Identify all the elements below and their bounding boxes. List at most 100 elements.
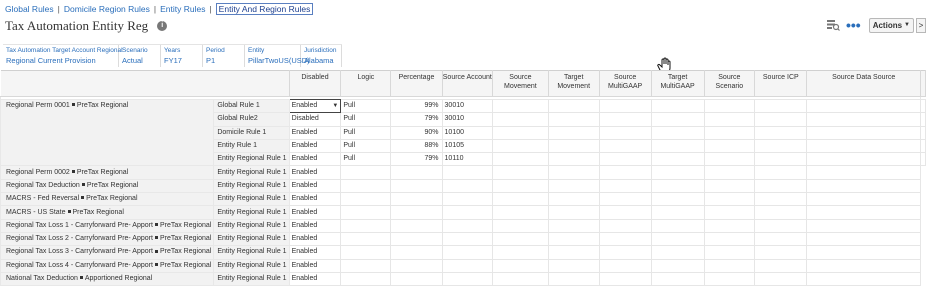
source-account-cell[interactable]: 30010 [441,112,494,127]
grid-cell[interactable] [340,258,392,273]
grid-cell[interactable] [703,231,756,247]
source-account-cell[interactable]: 10105 [441,138,494,154]
grid-cell[interactable] [390,231,443,247]
disabled-cell[interactable]: Enabled [288,152,342,167]
grid-cell[interactable] [650,231,705,247]
grid-cell[interactable] [492,231,549,247]
grid-cell[interactable] [806,152,921,167]
grid-cell[interactable] [650,205,705,220]
grid-cell[interactable] [340,165,392,180]
grid-cell[interactable] [547,205,600,220]
pov-entity[interactable]: Entity PillarTwoUS(USD) [245,45,310,67]
grid-cell[interactable] [492,125,549,140]
breadcrumb-entity-rules[interactable]: Entity Rules [160,4,205,14]
grid-cell[interactable] [703,271,756,287]
grid-cell[interactable] [492,258,549,273]
grid-cell[interactable] [492,218,549,233]
disabled-cell[interactable]: Enabled [288,178,342,194]
grid-cell[interactable] [598,138,652,154]
disabled-cell[interactable]: Enabled [288,245,342,260]
grid-cell[interactable] [650,192,705,207]
grid-cell[interactable] [754,98,808,114]
grid-cell[interactable] [340,245,392,260]
logic-cell[interactable]: Pull [340,125,392,140]
grid-cell[interactable] [547,138,600,154]
column-header-target-movement[interactable]: Target Movement [547,70,600,97]
grid-cell[interactable] [492,152,549,167]
grid-cell[interactable] [806,125,921,140]
disabled-cell[interactable]: Enabled [288,231,342,247]
percentage-cell[interactable]: 90% [390,125,443,140]
grid-cell[interactable] [598,231,652,247]
grid-cell[interactable] [598,112,652,127]
grid-cell[interactable] [754,205,808,220]
pov-years[interactable]: Years FY17 [161,45,203,67]
grid-cell[interactable] [441,178,494,194]
grid-cell[interactable] [754,258,808,273]
logic-cell[interactable]: Pull [340,112,392,127]
next-button[interactable]: > [916,17,926,33]
grid-cell[interactable] [492,178,549,194]
grid-cell[interactable] [650,98,705,114]
grid-cell[interactable] [650,178,705,194]
grid-cell[interactable] [650,112,705,127]
grid-cell[interactable] [703,112,756,127]
source-account-cell[interactable]: 30010 [441,98,494,114]
column-header-source-data-source[interactable]: Source Data Source [806,70,921,97]
grid-cell[interactable] [650,245,705,260]
grid-cell[interactable] [441,231,494,247]
grid-cell[interactable] [492,165,549,180]
source-account-cell[interactable]: 10110 [441,152,494,167]
column-header-logic[interactable]: Logic [340,70,392,97]
grid-cell[interactable] [703,205,756,220]
grid-cell[interactable] [703,178,756,194]
column-header-percentage[interactable]: Percentage [390,70,443,97]
grid-cell[interactable] [547,218,600,233]
column-header-target-multigaap[interactable]: Target MultiGAAP [650,70,705,97]
column-header-source-multigaap[interactable]: Source MultiGAAP [598,70,652,97]
breadcrumb-domicile-region-rules[interactable]: Domicile Region Rules [64,4,150,14]
grid-cell[interactable] [598,152,652,167]
grid-cell[interactable] [547,178,600,194]
percentage-cell[interactable]: 79% [390,112,443,127]
percentage-cell[interactable]: 99% [390,98,443,114]
grid-cell[interactable] [547,192,600,207]
info-icon[interactable]: i [157,21,168,31]
grid-cell[interactable] [441,218,494,233]
grid-cell[interactable] [598,178,652,194]
disabled-cell[interactable]: Disabled [288,112,342,127]
grid-cell[interactable] [340,205,392,220]
grid-cell[interactable] [598,205,652,220]
grid-cell[interactable] [754,138,808,154]
grid-cell[interactable] [650,218,705,233]
grid-cell[interactable] [598,165,652,180]
grid-cell[interactable] [650,165,705,180]
grid-cell[interactable] [340,231,392,247]
grid-cell[interactable] [441,258,494,273]
disabled-cell[interactable]: Enabled [288,271,342,287]
grid-cell[interactable] [340,271,392,287]
grid-cell[interactable] [390,205,443,220]
grid-cell[interactable] [547,258,600,273]
grid-cell[interactable] [547,231,600,247]
grid-cell[interactable] [547,98,600,114]
grid-cell[interactable] [754,192,808,207]
grid-cell[interactable] [441,165,494,180]
grid-cell[interactable] [441,271,494,287]
grid-cell[interactable] [754,178,808,194]
grid-cell[interactable] [703,192,756,207]
grid-cell[interactable] [492,112,549,127]
disabled-cell[interactable]: Enabled [288,125,342,140]
pov-period[interactable]: Period P1 [203,45,245,67]
grid-cell[interactable] [754,112,808,127]
grid-cell[interactable] [754,165,808,180]
grid-cell[interactable] [547,152,600,167]
grid-cell[interactable] [703,258,756,273]
more-options-icon[interactable]: ••• [846,18,861,32]
grid-cell[interactable] [390,192,443,207]
actions-button[interactable]: Actions ▼ [868,17,914,33]
grid-cell[interactable] [547,112,600,127]
grid-cell[interactable] [441,192,494,207]
disabled-cell[interactable]: Enabled [288,205,342,220]
grid-cell[interactable] [340,218,392,233]
